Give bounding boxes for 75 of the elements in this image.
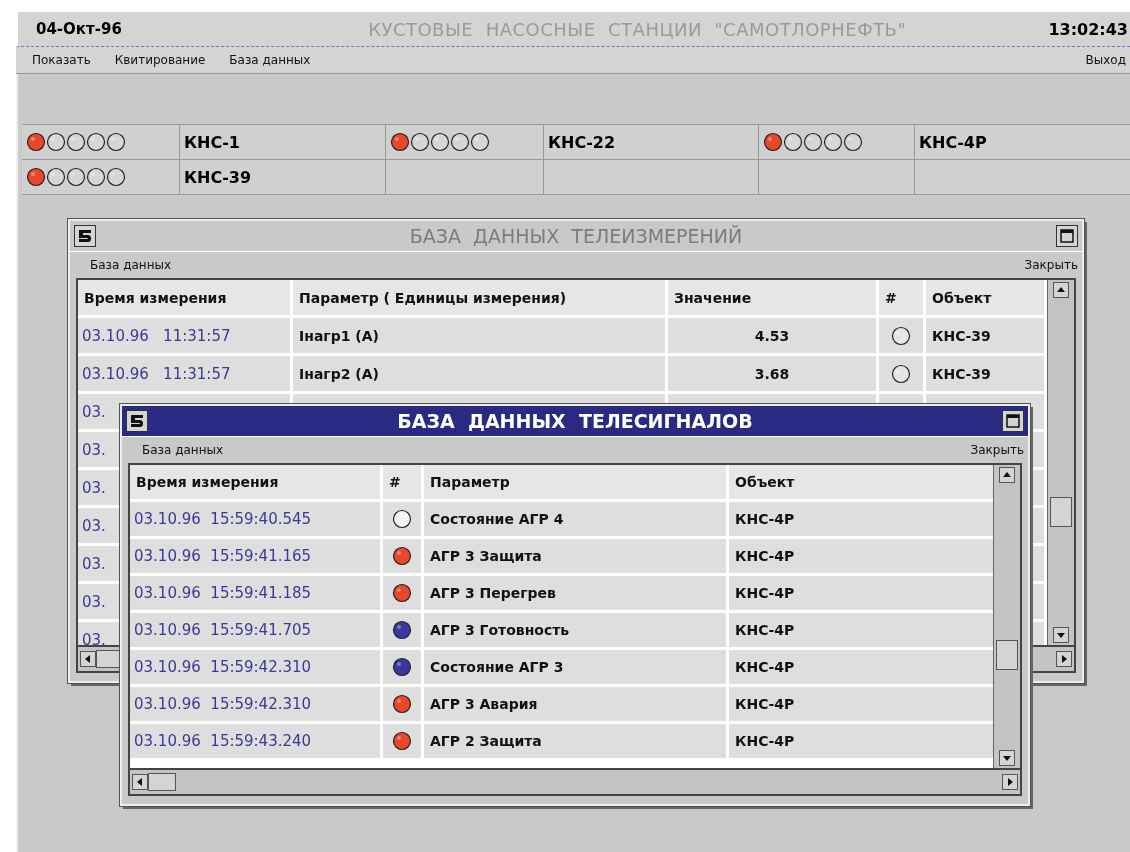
table-cell: Iнагр1 (А)	[293, 318, 665, 353]
table-cell: АГР 3 Перегрев	[424, 576, 726, 610]
table-cell: АГР 3 Авария	[424, 687, 726, 721]
scroll-right-icon[interactable]	[1002, 774, 1018, 790]
column-header[interactable]: Время измерения	[78, 280, 290, 315]
table-cell: Состояние АГР 4	[424, 502, 726, 536]
table-cell: КНС-4Р	[729, 687, 993, 721]
system-menu-icon[interactable]	[74, 225, 96, 247]
vertical-scrollbar[interactable]	[993, 465, 1020, 768]
table-cell: Iнагр2 (А)	[293, 356, 665, 391]
scroll-down-icon[interactable]	[999, 750, 1015, 766]
table-cell: 4.53	[668, 318, 876, 353]
scroll-thumb[interactable]	[148, 773, 176, 791]
scroll-up-icon[interactable]	[999, 467, 1015, 483]
app-title: КУСТОВЫЕ НАСОСНЫЕ СТАНЦИИ "САМОТЛОРНЕФТЬ"	[367, 18, 908, 40]
table-cell: 03.10.96 15:59:43.240	[130, 724, 380, 758]
table-cell: КНС-39	[926, 356, 1044, 391]
maximize-icon[interactable]	[1002, 410, 1024, 432]
table-cell: 03.10.96 15:59:41.165	[130, 539, 380, 573]
table-cell: 03.10.96 15:59:42.310	[130, 650, 380, 684]
station-name: КНС-22	[544, 125, 759, 160]
system-menu-icon[interactable]	[126, 410, 148, 432]
scroll-left-icon[interactable]	[132, 774, 148, 790]
column-header[interactable]: Значение	[668, 280, 876, 315]
table-cell: КНС-4Р	[729, 576, 993, 610]
scroll-right-icon[interactable]	[1056, 651, 1072, 667]
table-cell: КНС-4Р	[729, 613, 993, 647]
menu-item[interactable]: Выход	[1085, 53, 1126, 67]
table-cell: 03.10.96 15:59:41.705	[130, 613, 380, 647]
station-name: КНС-4Р	[915, 125, 1130, 160]
column-header[interactable]: Время измерения	[130, 465, 380, 499]
table-cell: 03.10.96 11:31:57	[78, 356, 290, 391]
table-cell: АГР 2 Защита	[424, 724, 726, 758]
menu-item[interactable]: Квитирование	[114, 53, 206, 67]
window-title: БАЗА ДАННЫХ ТЕЛЕИЗМЕРЕНИЙ	[409, 225, 743, 247]
menu-item[interactable]: Закрыть	[1024, 258, 1078, 272]
menu-item[interactable]: База данных	[90, 258, 172, 272]
clock-label: 13:02:43	[1048, 19, 1128, 39]
table-cell: 03.10.96 15:59:42.310	[130, 687, 380, 721]
vertical-scrollbar[interactable]	[1047, 280, 1074, 645]
table-cell: АГР 3 Готовность	[424, 613, 726, 647]
scroll-left-icon[interactable]	[80, 651, 96, 667]
window-title: БАЗА ДАННЫХ ТЕЛЕСИГНАЛОВ	[397, 410, 753, 432]
station-name: КНС-1	[180, 125, 386, 160]
scroll-up-icon[interactable]	[1053, 282, 1069, 298]
table-cell: КНС-39	[926, 318, 1044, 353]
column-header[interactable]: #	[383, 465, 421, 499]
indicator-lamp	[891, 363, 911, 384]
column-header[interactable]: Параметр	[424, 465, 726, 499]
table-cell: АГР 3 Защита	[424, 539, 726, 573]
station-name: КНС-39	[180, 160, 386, 195]
column-header[interactable]: Объект	[729, 465, 993, 499]
column-header[interactable]: #	[879, 280, 923, 315]
menu-item[interactable]: База данных	[142, 443, 224, 457]
maximize-icon[interactable]	[1056, 225, 1078, 247]
scroll-down-icon[interactable]	[1053, 627, 1069, 643]
table-cell: 03.10.96 15:59:41.185	[130, 576, 380, 610]
table-cell: 03.10.96 15:59:40.545	[130, 502, 380, 536]
menu-item[interactable]: Показать	[32, 53, 91, 67]
scroll-thumb[interactable]	[1050, 496, 1072, 527]
menu-item[interactable]: База данных	[229, 53, 311, 67]
menu-item[interactable]: Закрыть	[970, 443, 1024, 457]
table-cell: Состояние АГР 3	[424, 650, 726, 684]
horizontal-scrollbar[interactable]	[128, 768, 1022, 796]
table-cell: КНС-4Р	[729, 539, 993, 573]
indicator-lamp	[891, 325, 911, 346]
table-cell: КНС-4Р	[729, 724, 993, 758]
table-cell: 03.10.96 11:31:57	[78, 318, 290, 353]
column-header[interactable]: Объект	[926, 280, 1044, 315]
table-cell: КНС-4Р	[729, 650, 993, 684]
date-label: 04-Окт-96	[36, 20, 123, 38]
column-header[interactable]: Параметр ( Единицы измерения)	[293, 280, 665, 315]
scroll-thumb[interactable]	[996, 640, 1018, 671]
table-cell: 3.68	[668, 356, 876, 391]
table-cell: КНС-4Р	[729, 502, 993, 536]
